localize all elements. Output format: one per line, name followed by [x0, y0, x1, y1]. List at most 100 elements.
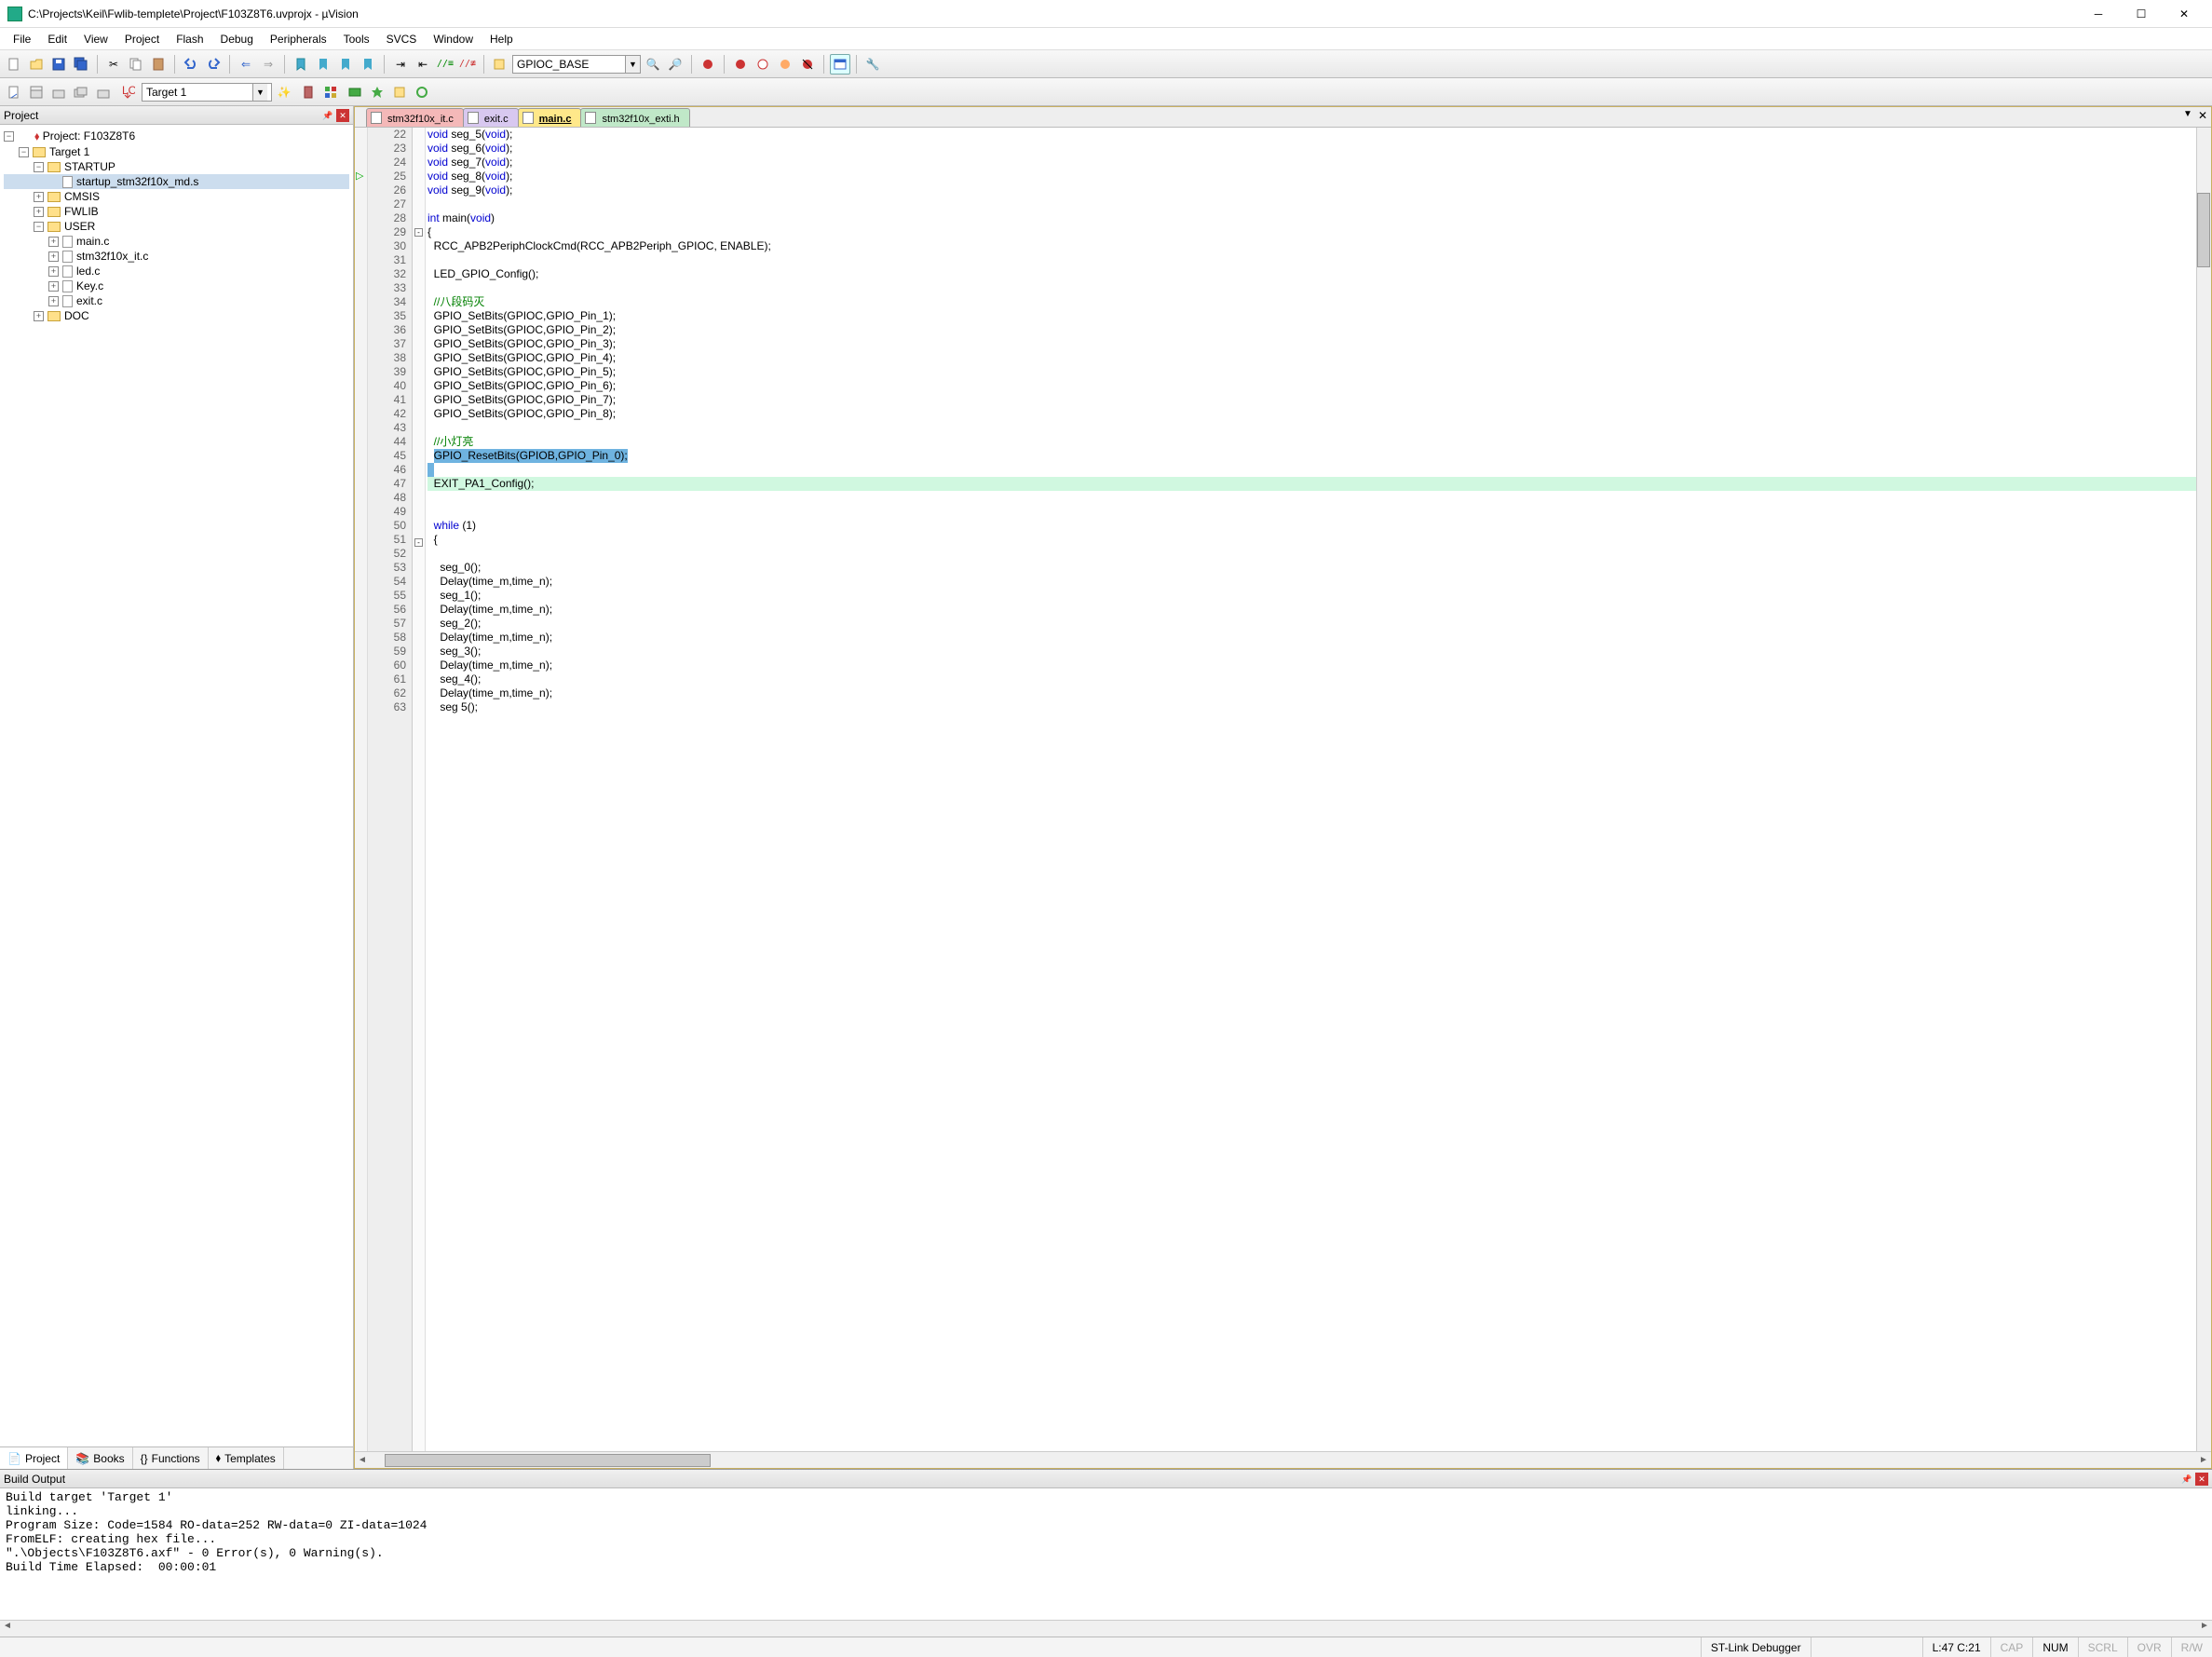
- rebuild-button[interactable]: [48, 82, 69, 102]
- breakpoint-kill-all-button[interactable]: [797, 54, 818, 75]
- nav-back-button[interactable]: ⇐: [236, 54, 256, 75]
- pack-installer-button[interactable]: [345, 82, 365, 102]
- find-button[interactable]: 🔍: [643, 54, 663, 75]
- batch-build-button[interactable]: [71, 82, 91, 102]
- menu-window[interactable]: Window: [426, 30, 481, 48]
- fold-gutter[interactable]: --: [413, 128, 426, 1451]
- find-dropdown-icon[interactable]: ▼: [625, 56, 640, 73]
- line-number-gutter: 2223242526272829303132333435363738394041…: [368, 128, 413, 1451]
- tree-item[interactable]: +CMSIS: [4, 189, 349, 204]
- uncomment-button[interactable]: //≢: [457, 54, 478, 75]
- build-output-pin-icon[interactable]: 📌: [2180, 1473, 2193, 1486]
- target-combo[interactable]: ▼: [142, 83, 272, 102]
- target-input[interactable]: [142, 86, 252, 99]
- menu-debug[interactable]: Debug: [213, 30, 261, 48]
- indent-button[interactable]: ⇥: [390, 54, 411, 75]
- select-software-button[interactable]: [389, 82, 410, 102]
- file-ext-button[interactable]: [298, 82, 319, 102]
- tree-item[interactable]: −STARTUP: [4, 159, 349, 174]
- manage-multi-button[interactable]: [320, 82, 341, 102]
- nav-forward-button[interactable]: ⇒: [258, 54, 278, 75]
- build-output-text[interactable]: Build target 'Target 1' linking... Progr…: [0, 1488, 2212, 1620]
- open-file-button[interactable]: [26, 54, 47, 75]
- panel-title-label: Project: [4, 109, 38, 122]
- find-combo[interactable]: ▼: [512, 55, 641, 74]
- editor-tab[interactable]: main.c: [518, 108, 582, 127]
- menu-edit[interactable]: Edit: [40, 30, 75, 48]
- copy-button[interactable]: [126, 54, 146, 75]
- build-output-hscrollbar[interactable]: ◄ ►: [0, 1620, 2212, 1637]
- build-output-close-button[interactable]: ✕: [2195, 1473, 2208, 1486]
- bookmark-next-button[interactable]: [335, 54, 356, 75]
- editor-close-icon[interactable]: ✕: [2198, 109, 2207, 122]
- configure-button[interactable]: 🔧: [862, 54, 883, 75]
- menu-tools[interactable]: Tools: [336, 30, 377, 48]
- editor-tab[interactable]: stm32f10x_it.c: [366, 108, 464, 127]
- close-button[interactable]: ✕: [2164, 1, 2205, 27]
- maximize-button[interactable]: ☐: [2121, 1, 2162, 27]
- bookmark-button[interactable]: [291, 54, 311, 75]
- panel-close-button[interactable]: ✕: [336, 109, 349, 122]
- cut-button[interactable]: ✂: [103, 54, 124, 75]
- tree-item[interactable]: +main.c: [4, 234, 349, 249]
- find-in-files-button[interactable]: [490, 54, 510, 75]
- tree-item[interactable]: −Target 1: [4, 144, 349, 159]
- sidebar-tab-books[interactable]: 📚Books: [68, 1447, 132, 1469]
- breakpoint-disable-button[interactable]: [753, 54, 773, 75]
- sidebar-tab-functions[interactable]: {}Functions: [133, 1447, 209, 1469]
- menu-view[interactable]: View: [76, 30, 115, 48]
- redo-button[interactable]: [203, 54, 224, 75]
- bookmark-clear-button[interactable]: [358, 54, 378, 75]
- find-input[interactable]: [513, 58, 625, 71]
- target-dropdown-icon[interactable]: ▼: [252, 84, 267, 101]
- editor-tab[interactable]: stm32f10x_exti.h: [580, 108, 689, 127]
- menu-flash[interactable]: Flash: [169, 30, 210, 48]
- menu-project[interactable]: Project: [117, 30, 167, 48]
- sidebar-tab-templates[interactable]: ⬧Templates: [209, 1447, 284, 1469]
- window-button[interactable]: [830, 54, 850, 75]
- menu-svcs[interactable]: SVCS: [379, 30, 425, 48]
- save-all-button[interactable]: [71, 54, 91, 75]
- build-button[interactable]: [26, 82, 47, 102]
- breakpoint-disable-all-button[interactable]: [775, 54, 795, 75]
- tree-item[interactable]: +exit.c: [4, 293, 349, 308]
- comment-button[interactable]: //≡: [435, 54, 455, 75]
- menu-peripherals[interactable]: Peripherals: [263, 30, 334, 48]
- editor-tab[interactable]: exit.c: [463, 108, 519, 127]
- tree-item[interactable]: startup_stm32f10x_md.s: [4, 174, 349, 189]
- menu-help[interactable]: Help: [482, 30, 521, 48]
- tree-item[interactable]: −⬧ Project: F103Z8T6: [4, 129, 349, 144]
- refresh-button[interactable]: [412, 82, 432, 102]
- incremental-find-button[interactable]: 🔎: [665, 54, 685, 75]
- paste-button[interactable]: [148, 54, 169, 75]
- tree-item[interactable]: +FWLIB: [4, 204, 349, 219]
- translate-button[interactable]: [4, 82, 24, 102]
- options-button[interactable]: ✨: [274, 82, 294, 102]
- tree-item[interactable]: +Key.c: [4, 278, 349, 293]
- code-content[interactable]: void seg_5(void);void seg_6(void);void s…: [426, 128, 2196, 1451]
- sidebar-tab-project[interactable]: 📄Project: [0, 1447, 68, 1469]
- tree-item[interactable]: +led.c: [4, 264, 349, 278]
- editor-vscrollbar[interactable]: [2196, 128, 2211, 1451]
- download-button[interactable]: LOAD: [117, 82, 138, 102]
- tree-item[interactable]: −USER: [4, 219, 349, 234]
- save-button[interactable]: [48, 54, 69, 75]
- bookmark-prev-button[interactable]: [313, 54, 333, 75]
- project-tree[interactable]: −⬧ Project: F103Z8T6−Target 1−STARTUPsta…: [0, 125, 353, 1446]
- panel-pin-icon[interactable]: 📌: [321, 109, 334, 122]
- menu-file[interactable]: File: [6, 30, 38, 48]
- editor-dropdown-icon[interactable]: ▼: [2183, 109, 2192, 122]
- undo-button[interactable]: [181, 54, 201, 75]
- tree-item[interactable]: +stm32f10x_it.c: [4, 249, 349, 264]
- editor-hscrollbar[interactable]: ◄►: [355, 1451, 2211, 1468]
- minimize-button[interactable]: ─: [2078, 1, 2119, 27]
- manage-rte-button[interactable]: [367, 82, 387, 102]
- debug-button[interactable]: [698, 54, 718, 75]
- outdent-button[interactable]: ⇤: [413, 54, 433, 75]
- tree-item[interactable]: +DOC: [4, 308, 349, 323]
- status-ovr: OVR: [2127, 1637, 2171, 1657]
- breakpoint-insert-button[interactable]: [730, 54, 751, 75]
- stop-build-button[interactable]: [93, 82, 114, 102]
- code-editor[interactable]: ▷ 22232425262728293031323334353637383940…: [355, 128, 2211, 1451]
- new-file-button[interactable]: [4, 54, 24, 75]
